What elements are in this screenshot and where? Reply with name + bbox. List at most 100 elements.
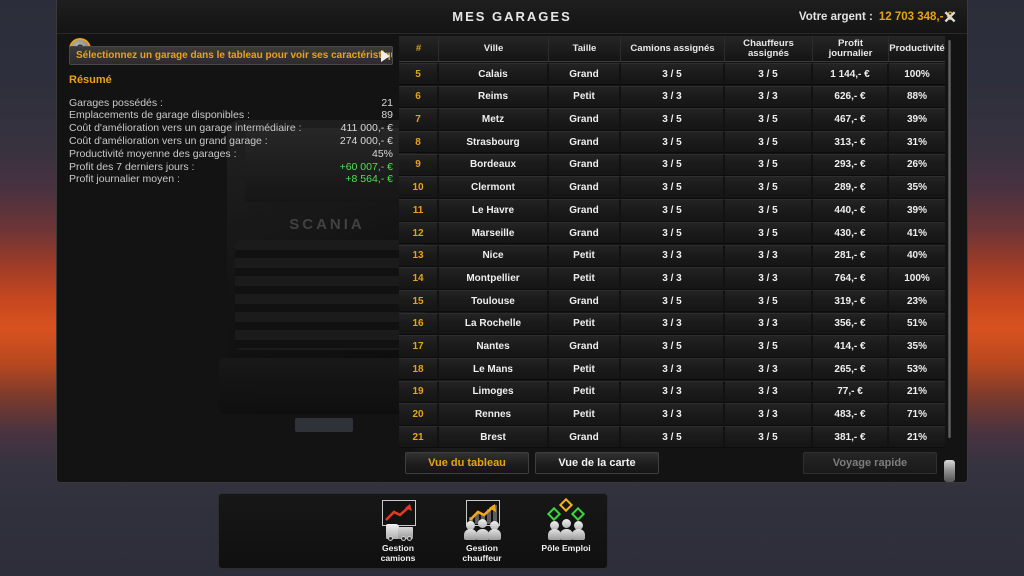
table-cell-camions: 3 / 3	[621, 85, 725, 109]
table-cell-ville: Le Havre	[439, 199, 549, 222]
table-cell-chauffeurs: 3 / 3	[725, 312, 813, 335]
table-cell-chauffeurs: 3 / 3	[725, 244, 813, 267]
table-cell-camions: 3 / 5	[621, 108, 725, 131]
table-cell-ville: Marseille	[439, 221, 549, 245]
table-row[interactable]: 16 La Rochelle Petit 3 / 33 / 3 356,- €51%	[399, 312, 945, 335]
table-column-header[interactable]: Profit journalier	[813, 36, 889, 61]
table-cell-camions: 3 / 3	[621, 357, 725, 381]
close-icon[interactable]: ✕	[939, 6, 961, 28]
table-row[interactable]: 11 Le Havre Grand 3 / 53 / 5 440,- €39%	[399, 199, 945, 222]
table-cell-profit: 313,- €	[813, 131, 889, 154]
table-cell-taille: Grand	[549, 153, 621, 177]
table-cell-productivite: 31%	[889, 131, 945, 154]
taskbar-item-driver-management[interactable]: Gestion chauffeur	[451, 500, 513, 563]
table-cell-taille: Grand	[549, 176, 621, 199]
table-cell-num: 11	[399, 199, 439, 222]
table-cell-productivite: 23%	[889, 289, 945, 313]
table-cell-chauffeurs: 3 / 5	[725, 153, 813, 177]
table-cell-chauffeurs: 3 / 3	[725, 357, 813, 381]
table-row[interactable]: 9 Bordeaux Grand 3 / 53 / 5 293,- €26%	[399, 153, 945, 177]
table-cell-productivite: 35%	[889, 176, 945, 199]
table-cell-camions: 3 / 5	[621, 63, 725, 86]
table-cell-camions: 3 / 5	[621, 199, 725, 222]
table-cell-chauffeurs: 3 / 5	[725, 221, 813, 245]
table-column-header[interactable]: Taille	[549, 36, 621, 61]
taskbar-item-truck-management[interactable]: Gestion camions	[367, 500, 429, 563]
table-cell-profit: 356,- €	[813, 312, 889, 335]
table-cell-camions: 3 / 3	[621, 403, 725, 426]
summary-stat-label: Coût d'amélioration vers un garage inter…	[69, 122, 302, 135]
table-row[interactable]: 10 Clermont Grand 3 / 53 / 5 289,- €35%	[399, 176, 945, 199]
table-cell-taille: Grand	[549, 221, 621, 245]
table-cell-ville: Reims	[439, 85, 549, 109]
table-cell-camions: 3 / 5	[621, 153, 725, 177]
table-row[interactable]: 12 Marseille Grand 3 / 53 / 5 430,- €41%	[399, 221, 945, 245]
table-cell-camions: 3 / 3	[621, 244, 725, 267]
table-cell-ville: Limoges	[439, 380, 549, 404]
table-cell-num: 17	[399, 335, 439, 358]
table-column-header[interactable]: Camions assignés	[621, 36, 725, 61]
table-cell-productivite: 41%	[889, 221, 945, 245]
table-view-button[interactable]: Vue du tableau	[405, 452, 529, 474]
table-cell-ville: Toulouse	[439, 289, 549, 313]
table-row[interactable]: 14 Montpellier Petit 3 / 33 / 3 764,- €100%	[399, 267, 945, 290]
table-cell-chauffeurs: 3 / 3	[725, 85, 813, 109]
table-cell-taille: Grand	[549, 108, 621, 131]
table-row[interactable]: 19 Limoges Petit 3 / 33 / 3 77,- €21%	[399, 380, 945, 404]
table-cell-ville: Nice	[439, 244, 549, 267]
table-cell-profit: 440,- €	[813, 199, 889, 222]
table-cell-num: 6	[399, 85, 439, 109]
table-cell-camions: 3 / 3	[621, 380, 725, 404]
table-cell-num: 7	[399, 108, 439, 131]
table-row[interactable]: 17 Nantes Grand 3 / 53 / 5 414,- €35%	[399, 335, 945, 358]
table-column-header[interactable]: Ville	[439, 36, 549, 61]
table-cell-num: 10	[399, 176, 439, 199]
table-column-header[interactable]: #	[399, 36, 439, 61]
summary-stat-value: 21	[381, 96, 393, 109]
table-row[interactable]: 6 Reims Petit 3 / 33 / 3 626,- €88%	[399, 85, 945, 109]
table-cell-camions: 3 / 5	[621, 335, 725, 358]
table-row[interactable]: 8 Strasbourg Grand 3 / 53 / 5 313,- €31%	[399, 131, 945, 154]
selection-hint-bar[interactable]: Sélectionnez un garage dans le tableau p…	[69, 46, 393, 65]
table-cell-num: 21	[399, 426, 439, 449]
table-cell-num: 15	[399, 289, 439, 313]
table-cell-taille: Petit	[549, 267, 621, 290]
table-cell-ville: Strasbourg	[439, 131, 549, 154]
table-cell-productivite: 51%	[889, 312, 945, 335]
table-cell-taille: Grand	[549, 426, 621, 449]
table-row[interactable]: 7 Metz Grand 3 / 53 / 5 467,- €39%	[399, 108, 945, 131]
table-cell-ville: Clermont	[439, 176, 549, 199]
table-cell-profit: 430,- €	[813, 221, 889, 245]
table-row[interactable]: 20 Rennes Petit 3 / 33 / 3 483,- €71%	[399, 403, 945, 426]
table-cell-profit: 281,- €	[813, 244, 889, 267]
table-body: 5 Calais Grand 3 / 53 / 51 144,- €100% 6 Reim…	[399, 63, 945, 449]
table-cell-profit: 1 144,- €	[813, 63, 889, 86]
table-cell-ville: La Rochelle	[439, 312, 549, 335]
table-cell-taille: Petit	[549, 357, 621, 381]
table-cell-num: 19	[399, 380, 439, 404]
garages-table: # Ville Taille Camions assignés Chauffeurs a…	[399, 36, 945, 449]
table-cell-camions: 3 / 5	[621, 221, 725, 245]
table-header-row: # Ville Taille Camions assignés Chauffeurs a…	[399, 36, 945, 62]
fast-travel-button[interactable]: Voyage rapide	[803, 452, 937, 474]
taskbar-item-recruitment[interactable]: Pôle Emploi	[535, 497, 597, 553]
table-cell-chauffeurs: 3 / 5	[725, 63, 813, 86]
summary-stat-row: Profit des 7 derniers jours : +60 007,- €	[69, 161, 393, 174]
table-column-header[interactable]: Chauffeurs assignés	[725, 36, 813, 61]
table-cell-taille: Petit	[549, 312, 621, 335]
table-row[interactable]: 13 Nice Petit 3 / 33 / 3 281,- €40%	[399, 244, 945, 267]
table-cell-productivite: 26%	[889, 153, 945, 177]
table-row[interactable]: 18 Le Mans Petit 3 / 33 / 3 265,- €53%	[399, 357, 945, 381]
taskbar-label-recruitment: Pôle Emploi	[541, 543, 591, 553]
table-cell-profit: 289,- €	[813, 176, 889, 199]
table-row[interactable]: 15 Toulouse Grand 3 / 53 / 5 319,- €23%	[399, 289, 945, 313]
table-cell-chauffeurs: 3 / 3	[725, 267, 813, 290]
table-column-header[interactable]: Productivité	[889, 36, 945, 61]
table-cell-taille: Petit	[549, 244, 621, 267]
table-cell-profit: 764,- €	[813, 267, 889, 290]
table-row[interactable]: 5 Calais Grand 3 / 53 / 51 144,- €100%	[399, 63, 945, 86]
table-scrollbar-track[interactable]	[948, 40, 951, 438]
money-label: Votre argent :	[798, 11, 873, 23]
map-view-button[interactable]: Vue de la carte	[535, 452, 659, 474]
table-row[interactable]: 21 Brest Grand 3 / 53 / 5 381,- €21%	[399, 426, 945, 449]
